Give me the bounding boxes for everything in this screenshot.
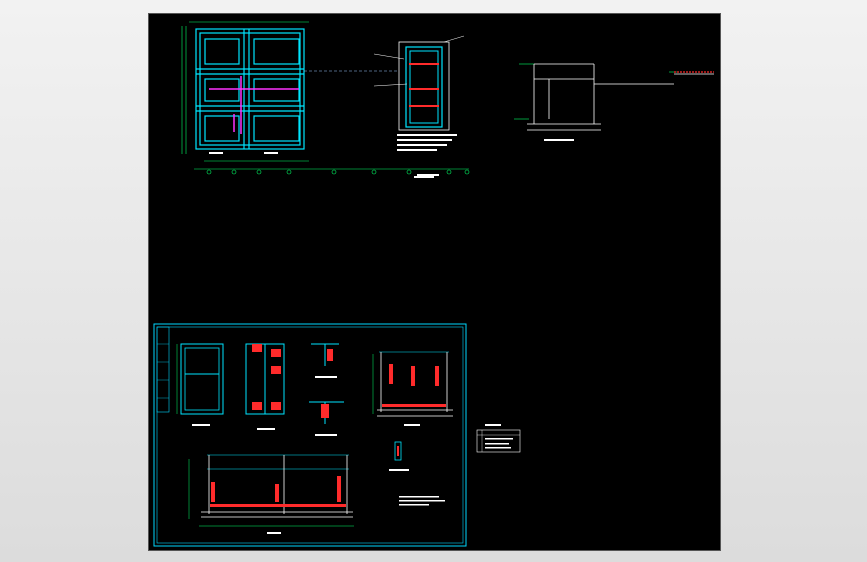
detail-sheet xyxy=(153,323,521,547)
detail-long-section-6 xyxy=(188,454,354,534)
detail-rebar-2 xyxy=(245,343,285,430)
detail-tank-section-4 xyxy=(372,351,453,426)
cad-drawing xyxy=(153,21,714,547)
detail-column-5 xyxy=(389,441,409,471)
legend-table xyxy=(476,424,521,453)
plan-view xyxy=(181,21,470,178)
detail-plan-1 xyxy=(176,343,224,426)
section-view xyxy=(373,35,465,176)
detail-joint-3 xyxy=(309,343,344,436)
plan-dimensions xyxy=(181,21,470,175)
section-rebar xyxy=(409,63,439,107)
side-section xyxy=(514,63,714,141)
detail-notes xyxy=(399,496,445,506)
cad-drawing-canvas[interactable] xyxy=(148,13,721,551)
